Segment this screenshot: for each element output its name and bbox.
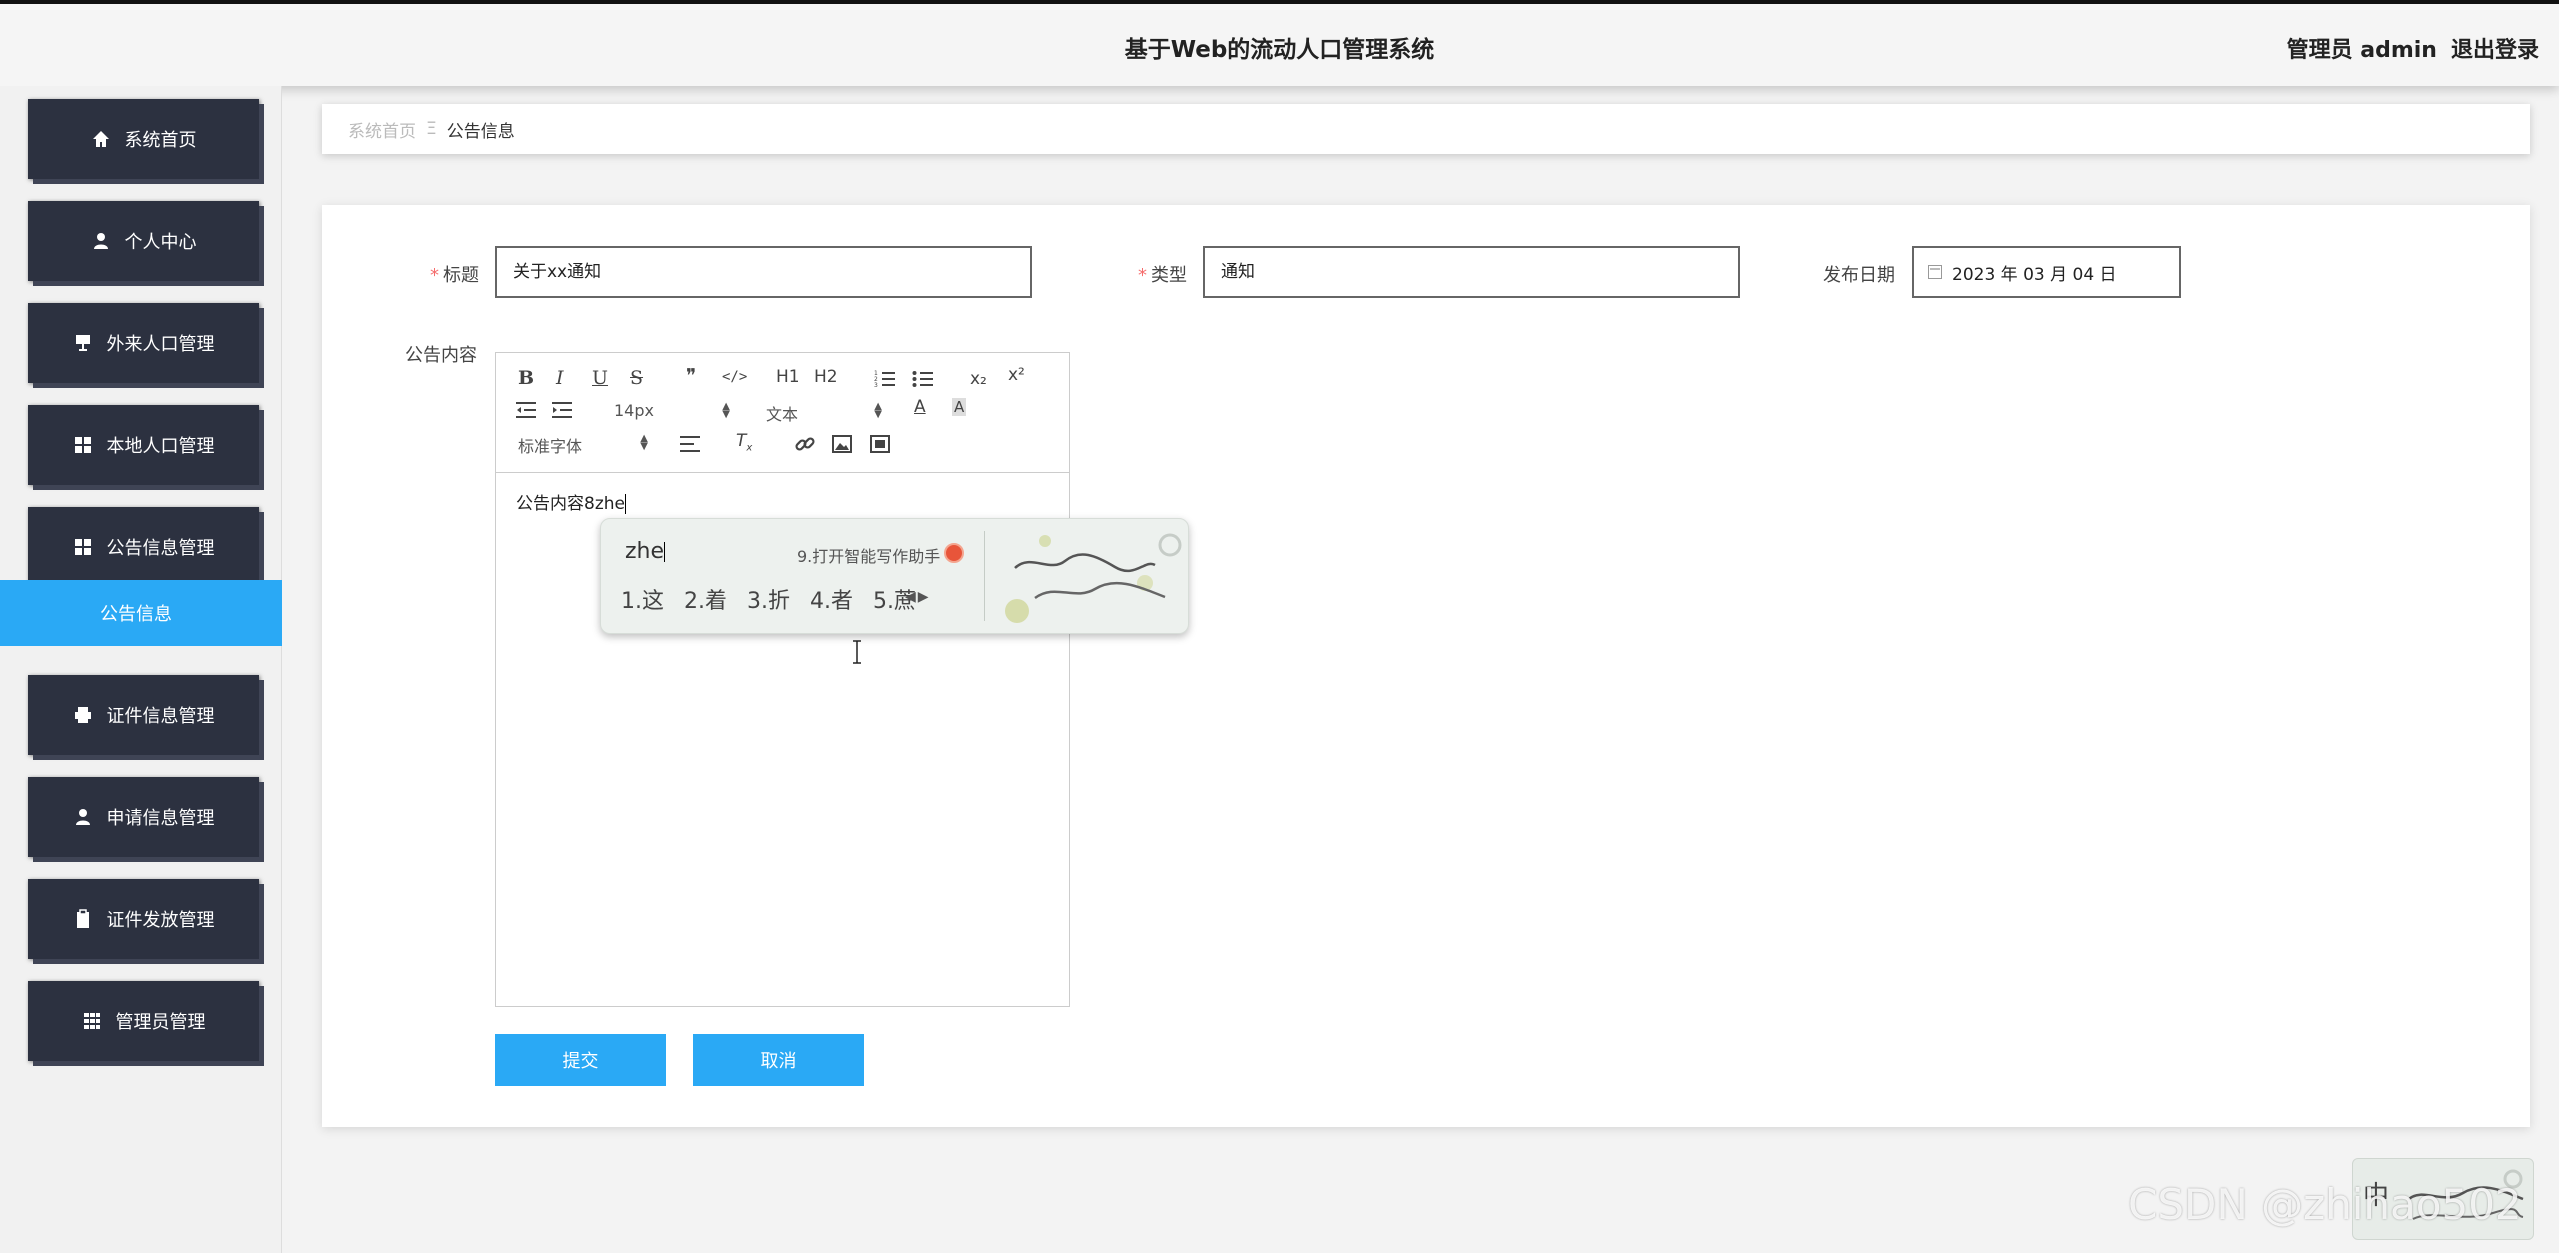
video-icon[interactable] <box>870 435 890 453</box>
font-size-select[interactable]: 14px ▲ ▼ <box>614 401 730 420</box>
underline-button[interactable]: U <box>592 367 608 389</box>
sidebar-item-certificate[interactable]: 证件信息管理 <box>28 675 259 755</box>
font-family-select[interactable]: 标准字体 ▲ ▼ <box>518 433 648 457</box>
text-caret <box>624 494 626 514</box>
type-label: * 类型 <box>1138 265 1187 286</box>
ime-candidate-window: zhe 9.打开智能写作助手 1.这 2.着 3.折 4.者 5.蔗 ◀▶ <box>600 518 1189 634</box>
logout-link[interactable]: 退出登录 <box>2451 32 2539 64</box>
title-input[interactable]: 关于xx通知 <box>495 246 1032 298</box>
sidebar-item-label: 证件发放管理 <box>106 910 215 931</box>
ime-skin-artwork <box>1005 533 1182 623</box>
outdent-icon[interactable] <box>516 401 538 419</box>
user-label: 管理员 admin <box>2286 38 2437 63</box>
sidebar-item-issuance[interactable]: 证件发放管理 <box>28 879 259 959</box>
content-label: 公告内容 <box>405 345 477 366</box>
sidebar-item-label: 个人中心 <box>124 232 197 253</box>
image-icon[interactable] <box>832 435 852 453</box>
cancel-button[interactable]: 取消 <box>693 1034 864 1086</box>
ime-candidate[interactable]: 2.着 <box>684 583 727 615</box>
sidebar-item-local[interactable]: 本地人口管理 <box>28 405 259 485</box>
editor-content[interactable]: 公告内容8zhe <box>516 489 626 514</box>
bullet-list-icon[interactable] <box>912 369 934 389</box>
bold-button[interactable]: B <box>518 367 534 389</box>
date-value: 2023 年 03 月 04 日 <box>1952 264 2117 285</box>
sign-icon <box>75 335 90 351</box>
sidebar-item-label: 系统首页 <box>124 130 197 151</box>
select-arrow-icon: ▲ ▼ <box>722 401 730 420</box>
italic-button[interactable]: I <box>556 367 564 389</box>
csdn-watermark: CSDN @zhihao502 <box>2128 1180 2522 1229</box>
sidebar-item-profile[interactable]: 个人中心 <box>28 201 259 281</box>
submit-button[interactable]: 提交 <box>495 1034 666 1086</box>
printer-icon <box>74 707 91 723</box>
font-color-icon[interactable]: A <box>914 397 926 417</box>
top-bar: 基于Web的流动人口管理系统 管理员 admin 退出登录 <box>0 0 2559 86</box>
quote-icon[interactable]: ❞ <box>686 365 696 387</box>
ime-candidate[interactable]: 3.折 <box>747 583 790 615</box>
ime-candidate[interactable]: 1.这 <box>621 583 664 615</box>
text-cursor-icon <box>853 640 861 664</box>
date-picker[interactable]: 2023 年 03 月 04 日 <box>1912 246 2181 298</box>
h2-button[interactable]: H2 <box>814 367 838 387</box>
date-label: 发布日期 <box>1823 265 1895 286</box>
subscript-button[interactable]: x₂ <box>970 369 987 389</box>
home-icon <box>92 131 109 147</box>
sidebar-item-label: 外来人口管理 <box>106 334 215 355</box>
ime-pinyin: zhe <box>625 539 666 564</box>
ime-writing-assistant[interactable]: 9.打开智能写作助手 <box>797 543 940 567</box>
breadcrumb-home[interactable]: 系统首页 <box>348 117 416 142</box>
breadcrumb: 系统首页 Ξ 公告信息 <box>322 104 2530 154</box>
strike-button[interactable]: S <box>630 367 643 389</box>
sidebar-item-label: 证件信息管理 <box>106 706 215 727</box>
user-area: 管理员 admin 退出登录 <box>2287 32 2539 64</box>
background-color-icon[interactable]: A <box>952 398 967 416</box>
sidebar-item-application[interactable]: 申请信息管理 <box>28 777 259 857</box>
assistant-icon[interactable] <box>944 543 964 563</box>
code-icon[interactable]: </> <box>722 369 747 385</box>
h1-button[interactable]: H1 <box>776 367 800 387</box>
sidebar-item-admin[interactable]: 管理员管理 <box>28 981 259 1061</box>
superscript-button[interactable]: x² <box>1008 365 1025 385</box>
sidebar-item-label: 管理员管理 <box>115 1012 206 1033</box>
align-icon[interactable] <box>680 435 702 453</box>
person-icon <box>93 233 108 249</box>
type-input[interactable]: 通知 <box>1203 246 1740 298</box>
sidebar-item-migrant[interactable]: 外来人口管理 <box>28 303 259 383</box>
user-icon <box>75 809 90 825</box>
app-title: 基于Web的流动人口管理系统 <box>1124 37 1435 63</box>
breadcrumb-separator: Ξ <box>426 119 437 139</box>
grid-icon <box>74 437 91 453</box>
ordered-list-icon[interactable]: 123 <box>874 369 896 389</box>
sidebar-item-label: 本地人口管理 <box>106 436 215 457</box>
indent-icon[interactable] <box>552 401 574 419</box>
text-style-select[interactable]: 文本 ▲ ▼ <box>766 401 882 425</box>
sidebar-subitem-notice-info[interactable]: 公告信息 <box>0 580 282 646</box>
calendar-icon <box>1928 265 1942 279</box>
sidebar-item-home[interactable]: 系统首页 <box>28 99 259 179</box>
grid-icon <box>74 539 91 555</box>
rich-text-editor[interactable]: B I U S ❞ </> H1 H2 123 x₂ x² 14px ▲ ▼ 文本 ▲… <box>495 352 1070 1007</box>
ime-pager-icon[interactable]: ◀▶ <box>905 589 931 605</box>
title-label: * 标题 <box>430 265 479 286</box>
select-arrow-icon: ▲ ▼ <box>640 433 648 452</box>
sidebar: 系统首页 个人中心 外来人口管理 本地人口管理 公告信息管理 公告信息 证件信息… <box>0 86 282 1253</box>
select-arrow-icon: ▲ ▼ <box>874 401 882 420</box>
table-icon <box>83 1013 100 1029</box>
svg-text:3: 3 <box>874 382 878 389</box>
breadcrumb-current: 公告信息 <box>446 121 515 142</box>
sidebar-item-notice[interactable]: 公告信息管理 <box>28 507 259 587</box>
clear-format-icon[interactable]: Tx <box>736 431 752 453</box>
editor-toolbar: B I U S ❞ </> H1 H2 123 x₂ x² 14px ▲ ▼ 文本 ▲… <box>496 353 1069 473</box>
link-icon[interactable] <box>794 433 816 455</box>
ime-candidate[interactable]: 4.者 <box>810 583 853 615</box>
sidebar-item-label: 申请信息管理 <box>106 808 215 829</box>
sidebar-item-label: 公告信息管理 <box>106 538 215 559</box>
ime-candidates: 1.这 2.着 3.折 4.者 5.蔗 <box>621 583 916 615</box>
clipboard-icon <box>76 909 89 928</box>
